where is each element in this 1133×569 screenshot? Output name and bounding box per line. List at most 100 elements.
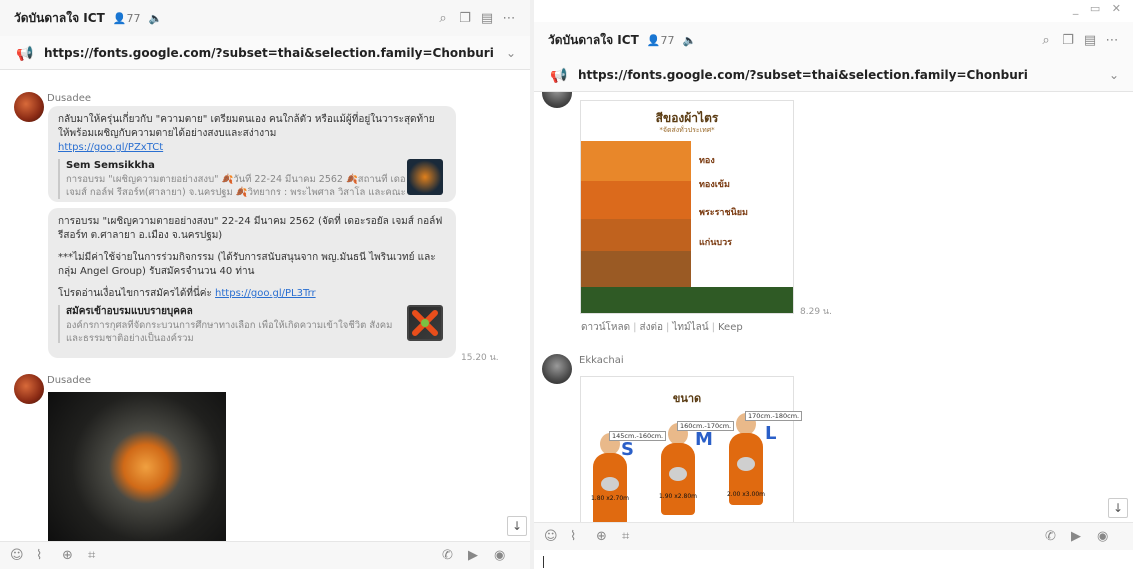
announcement-text[interactable]: https://fonts.google.com/?subset=thai&se… — [578, 68, 1028, 82]
album-icon[interactable]: ▤ — [1079, 33, 1101, 48]
attach-icon[interactable]: ⌇ — [36, 548, 62, 563]
message-list[interactable]: Dusadee กลับมาให้ครุ่นเกี่ยวกับ "ความตาย… — [0, 70, 530, 541]
right-chat-window: _ ▭ ✕ วัดบันดาลใจ ICT 👤77 🔈 ⌕ ❐ ▤ ⋯ 📢 ht… — [534, 0, 1133, 569]
member-count[interactable]: 👤77 — [113, 12, 141, 25]
timeline-action[interactable]: ไทม์ไลน์ — [672, 322, 708, 333]
announcement-text[interactable]: https://fonts.google.com/?subset=thai&se… — [44, 46, 494, 60]
more-icon[interactable]: ⋯ — [498, 11, 520, 26]
megaphone-icon: 📢 — [16, 45, 34, 62]
announcement-bar[interactable]: 📢 https://fonts.google.com/?subset=thai&… — [534, 58, 1133, 92]
crop-icon[interactable]: ⌗ — [88, 548, 114, 563]
preview-title: Sem Semsikkha — [66, 160, 155, 171]
chat-title[interactable]: วัดบันดาลใจ ICT — [548, 31, 639, 50]
message-text: การอบรม "เผชิญความตายอย่างสงบ" 22-24 มีน… — [58, 216, 443, 241]
size-letter: M — [695, 429, 713, 450]
preview-desc: การอบรม "เผชิญความตายอย่างสงบ" 🍂วันที่ 2… — [66, 174, 406, 185]
text-caret — [543, 556, 544, 568]
size-letter: L — [765, 423, 777, 444]
avatar[interactable] — [542, 354, 572, 384]
preview-title: สมัครเข้าอบรมแบบรายบุคคล — [66, 306, 193, 317]
left-chat-window: วัดบันดาลใจ ICT 👤77 🔈 ⌕ ❐ ▤ ⋯ 📢 https://… — [0, 0, 530, 569]
message-list[interactable]: สีของผ้าไตร *จัดส่งทั่วประเทศ* ทอง ทองเข… — [534, 92, 1133, 522]
size-dimension: 2.00 x3.00m — [726, 491, 766, 498]
chat-header: วัดบันดาลใจ ICT 👤77 🔈 ⌕ ❐ ▤ ⋯ — [534, 22, 1133, 58]
scroll-down-button[interactable]: ↓ — [1108, 498, 1128, 518]
avatar[interactable] — [14, 92, 44, 122]
video-icon[interactable]: ▶ — [468, 548, 494, 563]
message-text: โปรดอ่านเงื่อนไขการสมัครได้ที่นี่ค่ะ — [58, 288, 212, 299]
mute-icon[interactable]: 🔈 — [682, 34, 696, 47]
robe-label: แก่นบวร — [699, 238, 733, 248]
robe-swatch — [581, 251, 691, 287]
download-icon[interactable]: ⊕ — [596, 529, 622, 544]
megaphone-icon: 📢 — [550, 67, 568, 84]
message-link[interactable]: https://goo.gl/PZxTCt — [58, 142, 163, 153]
sender-name: Dusadee — [47, 375, 92, 386]
mute-icon[interactable]: 🔈 — [148, 12, 162, 25]
message-bubble[interactable]: การอบรม "เผชิญความตายอย่างสงบ" 22-24 มีน… — [48, 208, 456, 358]
call-icon[interactable]: ✆ — [442, 548, 468, 563]
preview-desc: องค์กรการกุศลที่จัดกระบวนการศึกษาทางเลือ… — [66, 320, 393, 331]
avatar[interactable] — [14, 374, 44, 404]
forward-action[interactable]: ส่งต่อ — [640, 322, 664, 333]
robe-swatch — [581, 141, 691, 181]
video-icon[interactable]: ▶ — [1071, 529, 1097, 544]
chevron-down-icon[interactable]: ⌄ — [506, 46, 516, 60]
size-range: 145cm.-160cm. — [609, 431, 667, 441]
input-toolbar: ☺ ⌇ ⊕ ⌗ ✆ ▶ ◉ — [0, 541, 530, 569]
size-dimension: 1.90 x2.80m — [658, 493, 698, 500]
robe-swatch — [581, 181, 691, 221]
input-toolbar: ☺ ⌇ ⊕ ⌗ ✆ ▶ ◉ — [534, 522, 1133, 550]
message-time: 8.29 น. — [800, 307, 832, 317]
puzzle-logo-icon — [412, 310, 438, 336]
more-options-icon[interactable]: ◉ — [1097, 529, 1123, 544]
message-link[interactable]: https://goo.gl/PL3Trr — [215, 288, 316, 299]
size-letter: S — [621, 439, 634, 460]
emoji-icon[interactable]: ☺ — [544, 529, 570, 544]
keep-action[interactable]: Keep — [718, 322, 743, 333]
note-icon[interactable]: ❐ — [454, 11, 476, 26]
sender-name: Ekkachai — [579, 355, 624, 366]
search-icon[interactable]: ⌕ — [432, 11, 454, 26]
robe-size-chart[interactable]: ขนาด 145cm.-160cm. 160cm.-170cm. 170cm.-… — [580, 376, 803, 522]
crop-icon[interactable]: ⌗ — [622, 529, 648, 544]
window-controls[interactable]: _ ▭ ✕ — [1073, 2, 1125, 15]
message-text: ***ไม่มีค่าใช้จ่ายในการร่วมกิจกรรม (ได้ร… — [58, 252, 436, 277]
download-icon[interactable]: ⊕ — [62, 548, 88, 563]
chat-title[interactable]: วัดบันดาลใจ ICT — [14, 9, 105, 28]
link-preview[interactable]: สมัครเข้าอบรมแบบรายบุคคล องค์กรการกุศลที… — [58, 305, 443, 344]
preview-thumbnail — [407, 159, 443, 195]
poster-subtitle: *จัดส่งทั่วประเทศ* — [659, 126, 715, 134]
preview-thumbnail — [407, 305, 443, 341]
robe-color-poster[interactable]: สีของผ้าไตร *จัดส่งทั่วประเทศ* ทอง ทองเข… — [580, 100, 794, 314]
poster-footer — [581, 287, 793, 313]
robe-label: ทองเข้ม — [699, 180, 730, 190]
download-action[interactable]: ดาวน์โหลด — [581, 322, 630, 333]
preview-desc: และธรรมชาติอย่างเป็นองค์รวม — [66, 333, 194, 344]
album-icon[interactable]: ▤ — [476, 11, 498, 26]
search-icon[interactable]: ⌕ — [1035, 33, 1057, 48]
chevron-down-icon[interactable]: ⌄ — [1109, 68, 1119, 82]
photo-message[interactable] — [48, 392, 226, 541]
preview-desc: เจมส์ กอล์ฟ รีสอร์ท(ศาลายา) จ.นครปฐม 🍂วิ… — [66, 187, 406, 198]
member-count[interactable]: 👤77 — [647, 34, 675, 47]
note-icon[interactable]: ❐ — [1057, 33, 1079, 48]
link-preview[interactable]: Sem Semsikkha การอบรม "เผชิญความตายอย่าง… — [58, 159, 443, 199]
message-text: กลับมาให้ครุ่นเกี่ยวกับ "ความตาย" เตรียม… — [58, 114, 435, 139]
robe-label: พระราชนิยม — [699, 208, 748, 218]
avatar[interactable] — [542, 92, 572, 108]
message-time: 15.20 น. — [461, 353, 499, 363]
attach-icon[interactable]: ⌇ — [570, 529, 596, 544]
more-options-icon[interactable]: ◉ — [494, 548, 520, 563]
more-icon[interactable]: ⋯ — [1101, 33, 1123, 48]
image-actions: ดาวน์โหลด | ส่งต่อ | ไทม์ไลน์ | Keep — [581, 322, 743, 333]
message-bubble[interactable]: กลับมาให้ครุ่นเกี่ยวกับ "ความตาย" เตรียม… — [48, 106, 456, 202]
message-input[interactable] — [534, 550, 1133, 569]
scroll-down-button[interactable]: ↓ — [507, 516, 527, 536]
size-chart-title: ขนาด — [672, 392, 702, 405]
size-dimension: 1.80 x2.70m — [590, 495, 630, 502]
chat-header: วัดบันดาลใจ ICT 👤77 🔈 ⌕ ❐ ▤ ⋯ — [0, 0, 530, 36]
announcement-bar[interactable]: 📢 https://fonts.google.com/?subset=thai&… — [0, 36, 530, 70]
emoji-icon[interactable]: ☺ — [10, 548, 36, 563]
call-icon[interactable]: ✆ — [1045, 529, 1071, 544]
